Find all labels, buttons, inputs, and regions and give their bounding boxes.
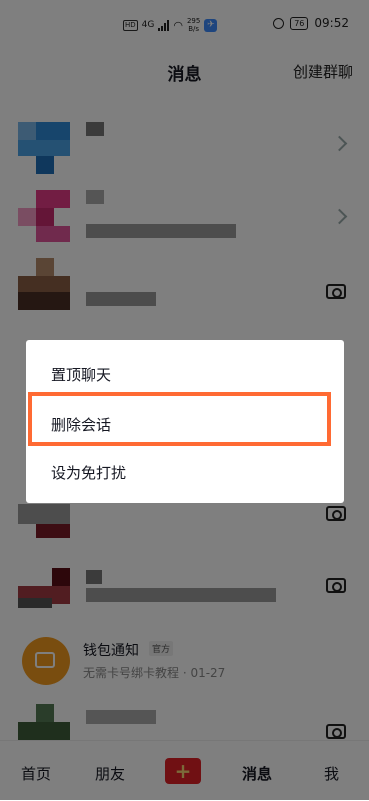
highlight-box	[28, 392, 331, 446]
menu-item-pin-chat[interactable]: 置顶聊天	[26, 348, 344, 398]
menu-item-mute[interactable]: 设为免打扰	[26, 446, 344, 496]
